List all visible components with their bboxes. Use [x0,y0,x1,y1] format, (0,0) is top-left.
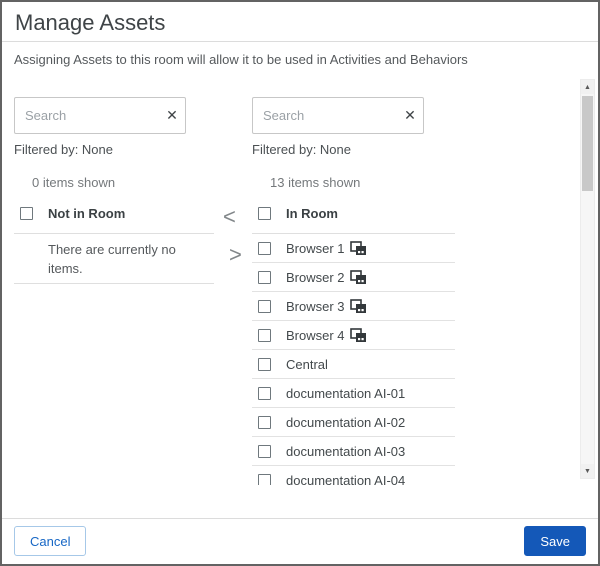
item-label: Browser 2 [286,270,345,285]
select-all-in-room-checkbox[interactable] [258,207,271,220]
item-label: documentation AI-04 [286,473,405,486]
browser-window-icon [350,299,367,314]
clear-search-icon[interactable]: ✕ [397,107,423,124]
clear-search-icon[interactable]: ✕ [159,107,185,124]
search-input-not-in-room[interactable] [15,108,159,123]
item-checkbox[interactable] [258,242,271,255]
move-right-button[interactable]: > [229,244,242,266]
item-checkbox[interactable] [258,387,271,400]
search-input-in-room[interactable] [253,108,397,123]
scrollbar-thumb[interactable] [582,96,593,191]
item-label: documentation AI-01 [286,386,405,401]
item-label: documentation AI-03 [286,444,405,459]
not-in-room-filter-status: Filtered by: None [14,142,113,157]
list-item[interactable]: Browser 4 [252,321,455,350]
item-checkbox[interactable] [258,358,271,371]
not-in-room-items-count: 0 items shown [32,175,115,190]
in-room-items-count: 13 items shown [270,175,360,190]
list-item[interactable]: Central [252,350,455,379]
item-label: Browser 1 [286,241,345,256]
browser-window-icon [350,270,367,285]
list-item[interactable]: Browser 2 [252,263,455,292]
not-in-room-header-row: Not in Room [20,206,125,221]
list-item[interactable]: documentation AI-02 [252,408,455,437]
not-in-room-empty-message: There are currently no items. [48,241,210,279]
item-label: Browser 3 [286,299,345,314]
manage-assets-dialog: Manage Assets Assigning Assets to this r… [0,0,600,566]
list-item[interactable]: Browser 1 [252,234,455,263]
item-label: Browser 4 [286,328,345,343]
in-room-filter-status: Filtered by: None [252,142,351,157]
list-item[interactable]: documentation AI-03 [252,437,455,466]
browser-window-icon [350,328,367,343]
item-label: Central [286,357,328,372]
item-label: documentation AI-02 [286,415,405,430]
move-left-button[interactable]: < [223,206,236,228]
item-checkbox[interactable] [258,329,271,342]
in-room-header-label: In Room [286,206,338,221]
list-item[interactable]: Browser 3 [252,292,455,321]
list-item[interactable]: documentation AI-04 [252,466,455,485]
not-in-room-header-label: Not in Room [48,206,125,221]
page-title: Manage Assets [15,10,165,36]
select-all-not-in-room-checkbox[interactable] [20,207,33,220]
list-item[interactable]: documentation AI-01 [252,379,455,408]
footer-divider [2,518,598,519]
item-checkbox[interactable] [258,474,271,486]
scroll-down-icon[interactable]: ▼ [581,464,594,478]
divider [14,283,214,284]
item-checkbox[interactable] [258,445,271,458]
scroll-up-icon[interactable]: ▲ [581,80,594,94]
item-checkbox[interactable] [258,271,271,284]
save-button[interactable]: Save [524,526,586,556]
item-checkbox[interactable] [258,300,271,313]
browser-window-icon [350,241,367,256]
scrollbar[interactable]: ▲ ▼ [580,79,595,479]
header-divider [2,41,598,42]
in-room-header-row: In Room [258,206,338,221]
item-checkbox[interactable] [258,416,271,429]
not-in-room-search-box: ✕ [14,97,186,134]
divider [14,233,214,234]
dialog-description: Assigning Assets to this room will allow… [14,52,468,67]
in-room-search-box: ✕ [252,97,424,134]
cancel-button[interactable]: Cancel [14,526,86,556]
dialog-scroll-area: ✕ ✕ Filtered by: None Filtered by: None … [2,75,598,485]
